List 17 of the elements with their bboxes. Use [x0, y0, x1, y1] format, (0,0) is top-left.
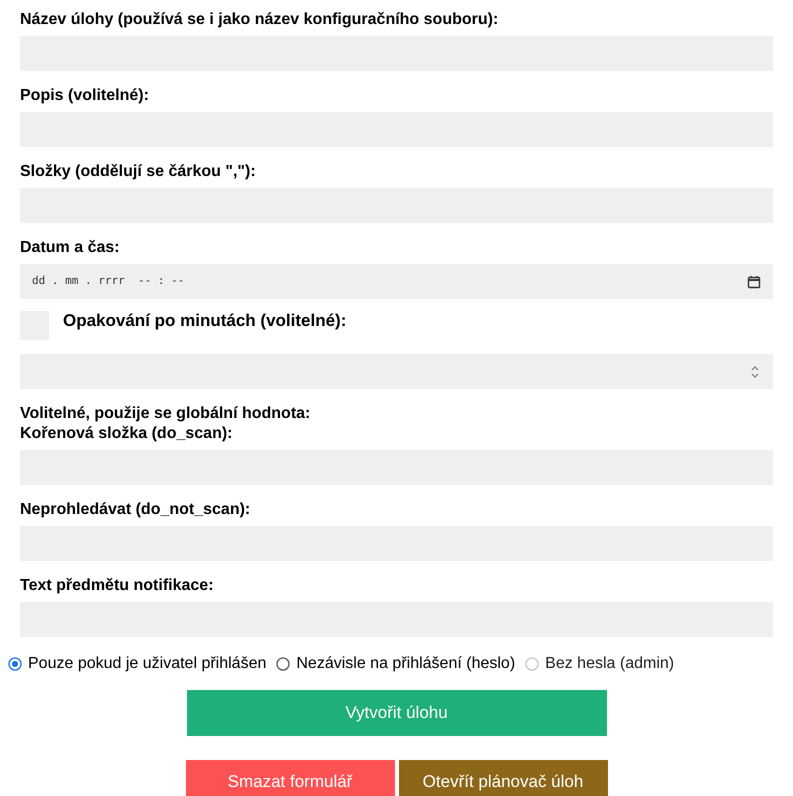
number-field[interactable] [20, 354, 773, 389]
field-label: Složky (oddělují se čárkou ","): [20, 162, 257, 182]
open-scheduler-button[interactable]: Otevřít plánovač úloh [398, 760, 608, 796]
calendar-icon[interactable] [747, 274, 761, 288]
radio-button[interactable] [276, 657, 290, 671]
field-label: Kořenová složka (do_scan): [20, 424, 234, 444]
field-label: Opakování po minutách (volitelné): [63, 310, 346, 330]
field-label: Volitelné, použije se globální hodnota: [20, 404, 312, 424]
datetime-field[interactable]: dd . mm . rrrr -- : -- [20, 264, 773, 299]
field-label: Popis (volitelné): [20, 86, 150, 106]
field-label: Název úlohy (používá se i jako název konfiguračního souboru): [20, 10, 500, 30]
field-label: Datum a čas: [20, 238, 121, 258]
field-label: Neprohledávat (do_not_scan): [20, 500, 252, 520]
radio-label[interactable]: Nezávisle na přihlášení (heslo) [296, 652, 516, 676]
radio-button[interactable] [8, 657, 22, 671]
field-label: Text předmětu notifikace: [20, 576, 215, 596]
radio-label[interactable]: Pouze pokud je uživatel přihlášen [28, 652, 266, 676]
